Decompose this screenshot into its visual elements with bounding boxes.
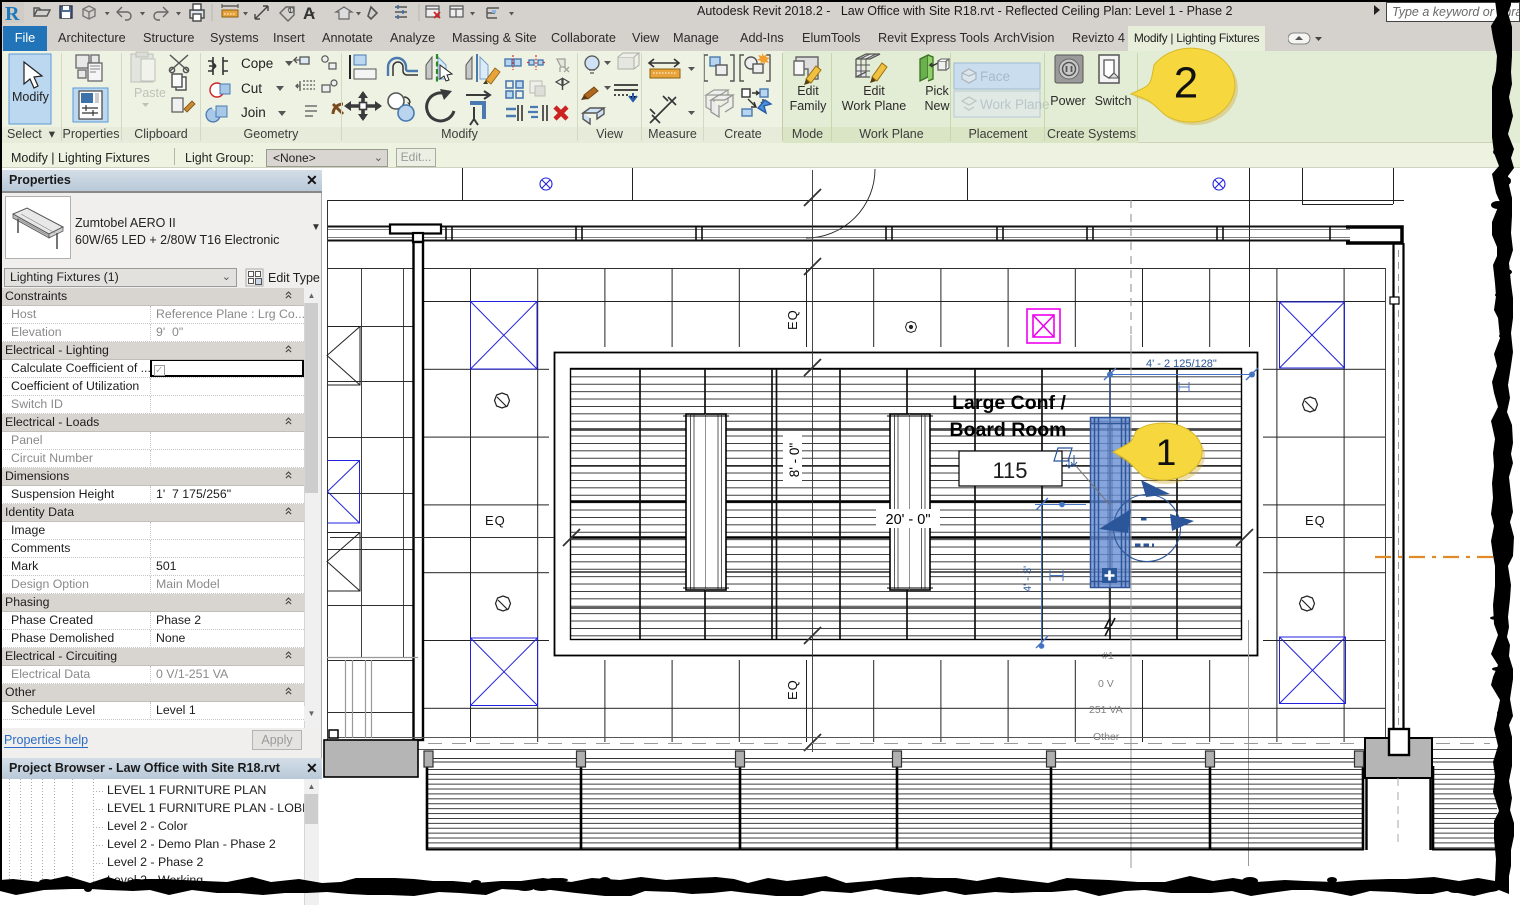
svg-text:251 VA: 251 VA bbox=[1089, 704, 1123, 716]
svg-text:EQ: EQ bbox=[485, 513, 506, 528]
svg-text:EQ: EQ bbox=[785, 679, 800, 700]
svg-text:4' - 3': 4' - 3' bbox=[1022, 566, 1034, 592]
svg-text:EQ: EQ bbox=[1305, 513, 1326, 528]
svg-text:R: R bbox=[5, 3, 20, 25]
svg-text:Paste: Paste bbox=[134, 86, 166, 100]
svg-text:8' - 0": 8' - 0" bbox=[787, 443, 802, 478]
svg-text:A: A bbox=[303, 4, 315, 23]
svg-text:0 V: 0 V bbox=[1098, 678, 1114, 690]
svg-text:Cut: Cut bbox=[241, 81, 262, 96]
svg-text:20' - 0": 20' - 0" bbox=[886, 512, 931, 528]
svg-text:Face: Face bbox=[980, 69, 1010, 84]
svg-text:Work Plane: Work Plane bbox=[980, 97, 1050, 112]
svg-text:Cope: Cope bbox=[241, 56, 273, 71]
svg-text:Join: Join bbox=[241, 105, 266, 120]
svg-text:Modify: Modify bbox=[12, 90, 50, 104]
svg-text:1: 1 bbox=[1156, 432, 1177, 473]
svg-text:EQ: EQ bbox=[785, 309, 800, 330]
svg-text:Other: Other bbox=[1093, 731, 1120, 743]
svg-text:Large Conf /: Large Conf / bbox=[952, 392, 1066, 414]
svg-text:4' - 2 125/128": 4' - 2 125/128" bbox=[1146, 358, 1217, 370]
svg-text:115: 115 bbox=[992, 458, 1027, 483]
svg-text:2: 2 bbox=[1174, 59, 1198, 108]
svg-text:#1: #1 bbox=[1102, 650, 1114, 662]
svg-text:1: 1 bbox=[289, 8, 293, 15]
svg-text:Board Room: Board Room bbox=[950, 419, 1067, 441]
